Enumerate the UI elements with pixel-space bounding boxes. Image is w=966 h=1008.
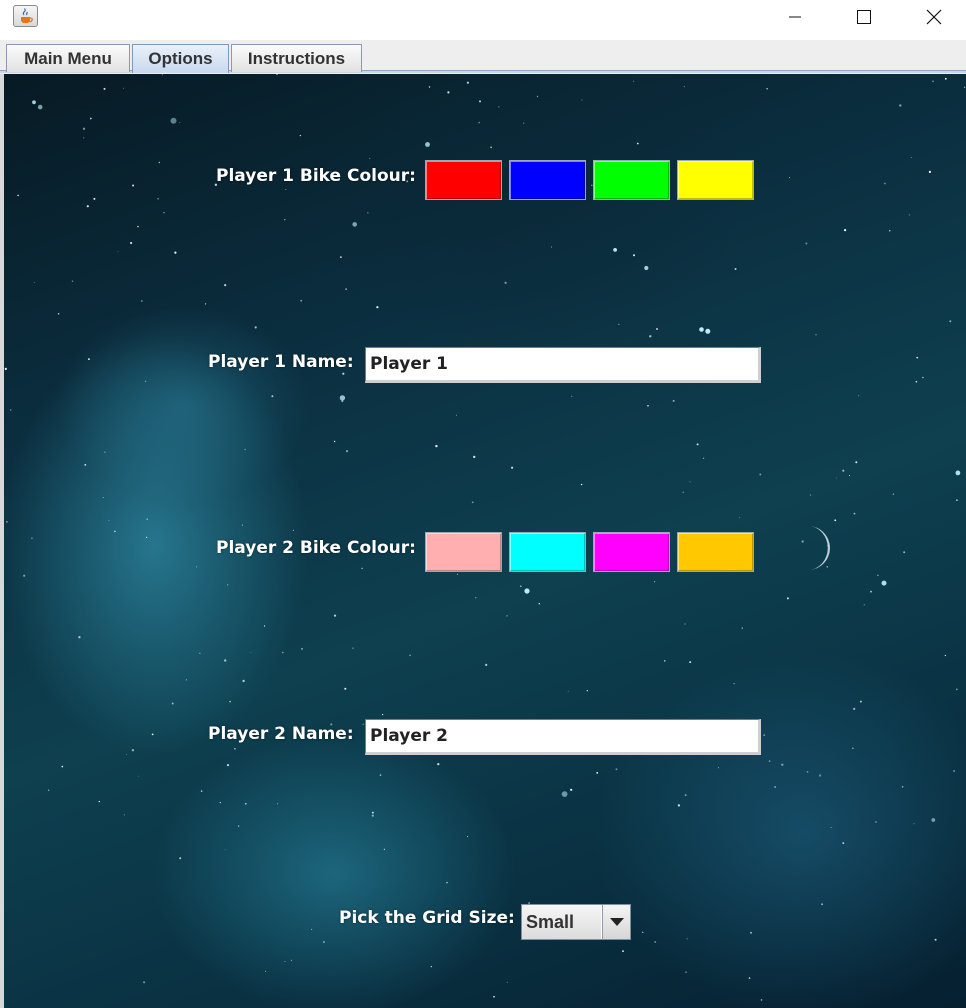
player2-name-label: Player 2 Name: (208, 724, 354, 744)
grid-size-dropdown[interactable]: Small (521, 904, 631, 940)
chevron-down-icon[interactable] (602, 905, 630, 939)
player1-colour-yellow[interactable] (677, 160, 754, 200)
player1-colour-label: Player 1 Bike Colour: (216, 166, 416, 186)
tab-main-menu[interactable]: Main Menu (6, 44, 130, 72)
title-bar (0, 0, 966, 40)
options-panel: Player 1 Bike Colour: Player 1 Name: Pla… (4, 74, 966, 1008)
player2-name-field[interactable] (365, 719, 761, 755)
player1-colour-green[interactable] (593, 160, 670, 200)
player2-colour-magenta[interactable] (593, 532, 670, 572)
player2-colour-label: Player 2 Bike Colour: (216, 538, 416, 558)
player2-colour-pink[interactable] (425, 532, 502, 572)
minimize-icon[interactable] (772, 0, 818, 34)
player1-colour-red[interactable] (425, 160, 502, 200)
tab-instructions[interactable]: Instructions (231, 44, 362, 72)
player2-colour-orange[interactable] (677, 532, 754, 572)
maximize-icon[interactable] (841, 0, 887, 34)
player1-colour-blue[interactable] (509, 160, 586, 200)
player1-name-field[interactable] (365, 347, 761, 383)
grid-size-selected[interactable]: Small (522, 905, 601, 939)
player2-colour-cyan[interactable] (509, 532, 586, 572)
tab-options[interactable]: Options (132, 44, 229, 73)
grid-size-label: Pick the Grid Size: (339, 908, 515, 928)
close-icon[interactable] (911, 0, 957, 34)
player1-name-label: Player 1 Name: (208, 352, 354, 372)
app-window: Main Menu Options Instructions Player 1 … (0, 0, 966, 1008)
java-cup-icon (13, 5, 38, 27)
